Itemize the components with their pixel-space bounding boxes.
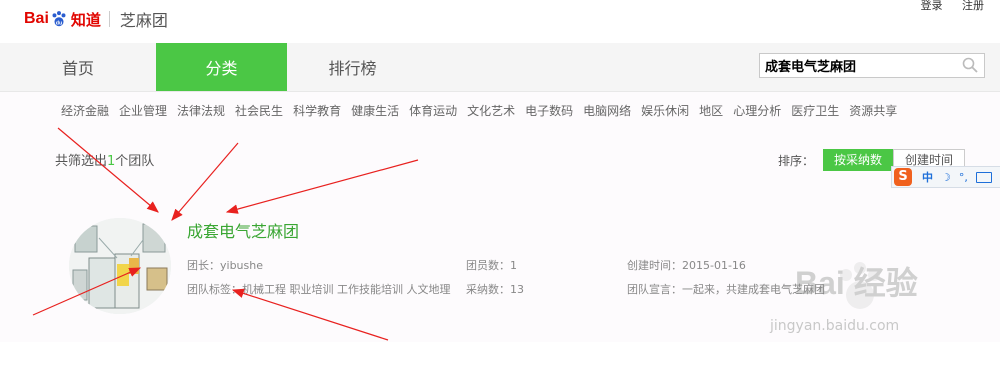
annotation-arrows bbox=[32, 127, 419, 341]
annotation-arrow bbox=[225, 159, 419, 214]
annotation-arrow bbox=[231, 288, 389, 341]
annotation-arrow bbox=[57, 127, 159, 213]
annotation-arrow bbox=[171, 142, 239, 221]
annotation-arrow bbox=[32, 267, 142, 316]
